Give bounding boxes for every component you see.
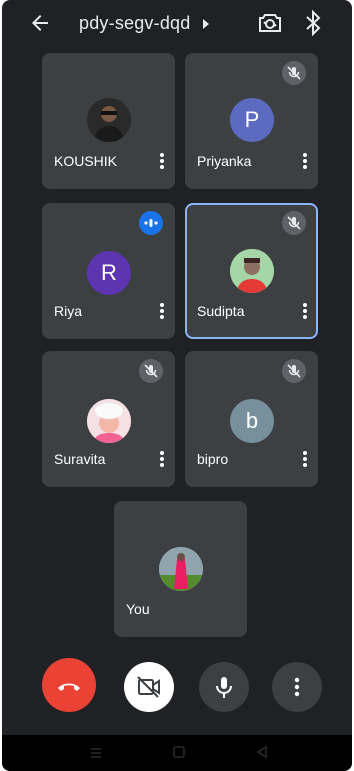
more-options-icon[interactable] <box>157 151 167 173</box>
participant-name: KOUSHIK <box>54 153 118 169</box>
participant-name: Suravita <box>54 451 106 467</box>
mic-off-icon <box>282 61 306 85</box>
microphone-button[interactable] <box>199 662 249 712</box>
self-view-tile[interactable]: You <box>114 501 247 637</box>
camera-off-icon <box>137 676 160 698</box>
more-options-icon[interactable] <box>157 301 167 323</box>
recents-icon[interactable] <box>89 746 103 760</box>
camera-toggle-button[interactable] <box>124 662 174 712</box>
participant-name: Sudipta <box>197 303 245 319</box>
avatar: R <box>87 251 131 295</box>
meeting-code[interactable]: pdy-segv-dqd <box>79 13 190 34</box>
back-nav-icon[interactable] <box>255 745 269 759</box>
more-options-icon[interactable] <box>300 449 310 471</box>
participant-name: You <box>126 601 150 617</box>
mic-off-icon <box>282 359 306 383</box>
more-options-icon <box>294 677 300 697</box>
call-controls <box>2 658 352 716</box>
speaking-indicator-icon <box>139 211 163 235</box>
meet-call-screen: pdy-segv-dqd KOUSHIK P Priyanka R Riya S… <box>2 0 352 771</box>
avatar: b <box>230 399 274 443</box>
microphone-icon <box>216 677 232 698</box>
participant-tile-koushik[interactable]: KOUSHIK <box>42 53 175 189</box>
mic-off-icon <box>139 359 163 383</box>
end-call-icon <box>58 683 80 691</box>
mic-off-icon <box>282 211 306 235</box>
top-bar: pdy-segv-dqd <box>2 0 352 48</box>
more-options-icon[interactable] <box>157 449 167 471</box>
avatar <box>87 399 131 443</box>
avatar <box>87 98 131 142</box>
more-options-button[interactable] <box>272 662 322 712</box>
caret-right-icon[interactable] <box>201 18 211 30</box>
more-options-icon[interactable] <box>300 301 310 323</box>
back-arrow-icon[interactable] <box>28 11 52 35</box>
bluetooth-icon[interactable] <box>304 10 322 36</box>
participant-name: Priyanka <box>197 153 252 169</box>
more-options-icon[interactable] <box>300 151 310 173</box>
avatar <box>230 249 274 293</box>
end-call-button[interactable] <box>42 658 96 712</box>
switch-camera-icon[interactable] <box>257 10 283 36</box>
home-icon[interactable] <box>172 745 186 759</box>
participant-tile-suravita[interactable]: Suravita <box>42 351 175 487</box>
participant-name: bipro <box>197 451 229 467</box>
participant-tile-sudipta[interactable]: Sudipta <box>185 203 318 339</box>
participant-tile-riya[interactable]: R Riya <box>42 203 175 339</box>
participant-tile-bipro[interactable]: b bipro <box>185 351 318 487</box>
system-navigation-bar <box>2 735 352 771</box>
avatar <box>159 547 203 591</box>
participant-tile-priyanka[interactable]: P Priyanka <box>185 53 318 189</box>
avatar: P <box>230 98 274 142</box>
participant-name: Riya <box>54 303 83 319</box>
